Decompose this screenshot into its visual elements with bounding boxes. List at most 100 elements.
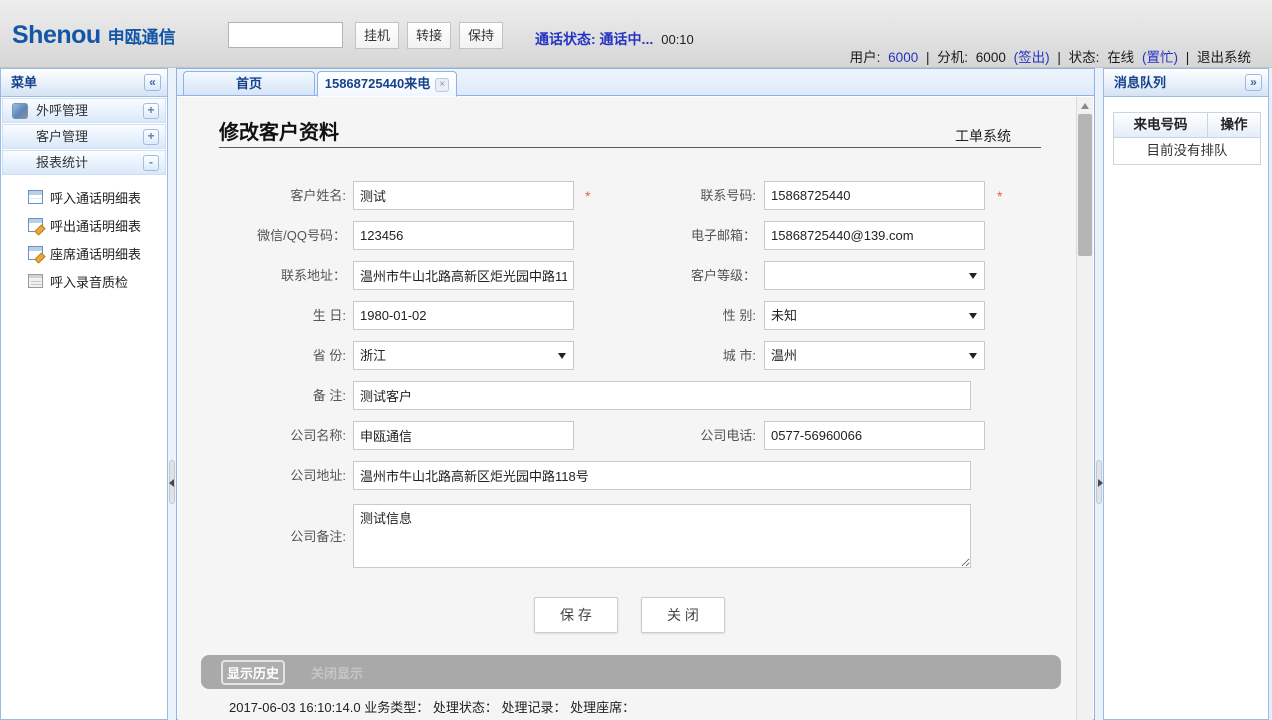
expand-plus-icon[interactable]: + [143, 129, 159, 145]
handle-status-label: 处理状态： [433, 700, 498, 715]
separator: | [1057, 50, 1061, 65]
logout-link[interactable]: 退出系统 [1197, 50, 1251, 65]
dropdown-arrow-icon [969, 353, 977, 359]
panel-expand-icon[interactable]: » [1245, 74, 1262, 91]
save-button[interactable]: 保 存 [534, 597, 618, 633]
user-id-link[interactable]: 6000 [888, 50, 918, 65]
sidebar-group-label: 客户管理 [36, 129, 88, 144]
email-input[interactable] [764, 221, 985, 250]
page: Shenou申瓯通信 挂机 转接 保持 通话状态: 通话中...00:10 用户… [0, 0, 1272, 720]
sidebar-item-label: 座席通话明细表 [50, 244, 141, 263]
tab-incoming-call[interactable]: 15868725440来电× [317, 71, 457, 97]
top-header: Shenou申瓯通信 挂机 转接 保持 通话状态: 通话中...00:10 用户… [0, 0, 1272, 68]
left-splitter[interactable] [168, 68, 176, 720]
sidebar-title: 菜单 [11, 75, 37, 90]
customer-level-select[interactable] [764, 261, 985, 290]
name-input[interactable] [353, 181, 574, 210]
sidebar-group-outbound[interactable]: 外呼管理 + [2, 98, 166, 123]
sidebar-item-inbound-recording-qc[interactable]: 呼入录音质检 [1, 267, 167, 295]
right-splitter-handle[interactable] [1096, 460, 1102, 504]
sidebar-item-outbound-call-report[interactable]: 呼出通话明细表 [1, 211, 167, 239]
column-caller-number: 来电号码 [1114, 113, 1208, 137]
history-record-row: 2017-06-03 16:10:14.0 业务类型： 处理状态： 处理记录： … [229, 697, 635, 716]
status-value: 在线 [1107, 50, 1134, 65]
work-order-link[interactable]: 工单系统 [955, 126, 1011, 146]
history-record-time: 2017-06-03 16:10:14.0 [229, 700, 361, 715]
company-remark-textarea[interactable]: 测试信息 [353, 504, 971, 568]
province-select[interactable]: 浙江 [353, 341, 574, 370]
close-button[interactable]: 关 闭 [641, 597, 725, 633]
logo-text-en: Shenou [12, 21, 101, 49]
wechat-label: 微信/QQ号码： [178, 221, 346, 250]
dropdown-arrow-icon [969, 313, 977, 319]
remark-input[interactable] [353, 381, 971, 410]
collapse-minus-icon[interactable]: - [143, 155, 159, 171]
phone-input[interactable] [764, 181, 985, 210]
address-input[interactable] [353, 261, 574, 290]
extension-value: 6000 [976, 50, 1006, 65]
sidebar-group-reports[interactable]: 报表统计 - [2, 150, 166, 175]
city-value: 温州 [771, 342, 797, 369]
sidebar-group-customers[interactable]: 客户管理 + [2, 124, 166, 149]
show-history-button[interactable]: 显示历史 [221, 660, 285, 685]
email-label: 电子邮箱： [598, 221, 756, 250]
dial-number-input[interactable] [228, 22, 343, 48]
business-type-label: 业务类型： [364, 700, 429, 715]
handle-agent-label: 处理座席： [570, 700, 635, 715]
sidebar-item-inbound-call-report[interactable]: 呼入通话明细表 [1, 183, 167, 211]
sidebar-item-label: 呼入通话明细表 [50, 188, 141, 207]
province-value: 浙江 [360, 342, 386, 369]
left-splitter-handle[interactable] [169, 460, 175, 504]
call-timer: 00:10 [661, 32, 694, 47]
gender-label: 性 别: [598, 301, 756, 330]
sidebar-menu-list: 呼入通话明细表 呼出通话明细表 座席通话明细表 呼入录音质检 [1, 175, 167, 295]
queue-table-header: 来电号码 操作 [1114, 113, 1260, 138]
birthday-input[interactable] [353, 301, 574, 330]
table-edit-report-icon [28, 218, 43, 232]
transfer-button[interactable]: 转接 [407, 22, 451, 49]
wechat-input[interactable] [353, 221, 574, 250]
city-select[interactable]: 温州 [764, 341, 985, 370]
province-label: 省 份: [178, 341, 346, 370]
phone-icon [12, 103, 28, 119]
call-status: 通话状态: 通话中...00:10 [535, 29, 694, 49]
address-label: 联系地址： [178, 261, 346, 290]
sidebar-item-agent-call-report[interactable]: 座席通话明细表 [1, 239, 167, 267]
signout-link[interactable]: (签出) [1014, 50, 1050, 65]
column-action: 操作 [1208, 113, 1260, 137]
right-splitter[interactable] [1095, 68, 1103, 720]
expand-plus-icon[interactable]: + [143, 103, 159, 119]
company-name-input[interactable] [353, 421, 574, 450]
queue-table: 来电号码 操作 目前没有排队 [1113, 112, 1261, 165]
set-busy-link[interactable]: (置忙) [1142, 50, 1178, 65]
hangup-button[interactable]: 挂机 [355, 22, 399, 49]
user-info-bar: 用户: 6000 | 分机: 6000 (签出) | 状态: 在线 (置忙) |… [848, 46, 1253, 66]
message-queue-title: 消息队列 [1114, 75, 1166, 90]
hide-history-button[interactable]: 关闭显示 [311, 663, 363, 682]
tab-close-icon[interactable]: × [435, 78, 449, 92]
sidebar-collapse-icon[interactable]: « [144, 74, 161, 91]
vertical-scrollbar[interactable] [1076, 97, 1093, 720]
company-address-input[interactable] [353, 461, 971, 490]
separator: | [1186, 50, 1190, 65]
tab-home[interactable]: 首页 [183, 71, 315, 96]
table-report-icon [28, 190, 43, 204]
company-remark-label: 公司备注: [178, 522, 346, 551]
gender-select[interactable]: 未知 [764, 301, 985, 330]
scrollbar-thumb[interactable] [1078, 114, 1092, 256]
scroll-up-arrow-icon[interactable] [1081, 103, 1089, 109]
company-address-label: 公司地址: [178, 461, 346, 490]
table-edit-report-icon [28, 246, 43, 260]
page-title: 修改客户资料 [219, 116, 339, 145]
phone-label: 联系号码: [598, 181, 756, 210]
birthday-label: 生 日: [178, 301, 346, 330]
company-name-label: 公司名称: [178, 421, 346, 450]
hold-button[interactable]: 保持 [459, 22, 503, 49]
remark-label: 备 注: [178, 381, 346, 410]
document-icon [28, 274, 43, 288]
logo: Shenou申瓯通信 [12, 21, 176, 50]
sidebar-header: 菜单 « [1, 69, 167, 97]
form-content: 修改客户资料 工单系统 客户姓名: * 联系号码: * 微信/QQ号码： 电子邮… [178, 97, 1078, 720]
company-phone-input[interactable] [764, 421, 985, 450]
title-divider [219, 147, 1041, 148]
